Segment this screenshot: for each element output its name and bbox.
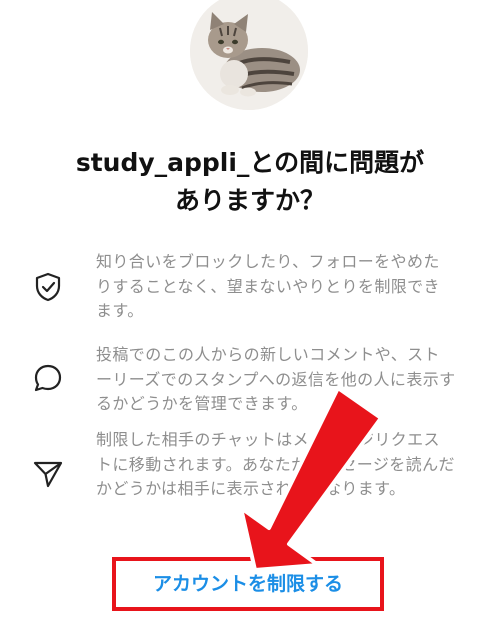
restrict-account-button[interactable]: アカウントを制限する xyxy=(112,557,384,611)
restrict-account-screen: study_appli_との間に問題が ありますか？ 知り合いをブロックしたり、… xyxy=(0,0,500,626)
speech-bubble-icon xyxy=(32,362,64,394)
cat-photo xyxy=(190,0,308,110)
info-item-text: 制限した相手のチャットはメッセージリクエストに移動されます。あなたがメッセージを… xyxy=(96,430,455,498)
shield-check-icon xyxy=(32,271,64,303)
page-title: study_appli_との間に問題が ありますか？ xyxy=(20,144,480,220)
avatar xyxy=(190,0,308,110)
title-line-1: study_appli_との間に問題が xyxy=(75,148,425,177)
title-line-2: ありますか？ xyxy=(174,186,325,215)
info-item-text: 投稿でのこの人からの新しいコメントや、ストーリーズでのスタンプへの返信を他の人に… xyxy=(96,345,456,413)
paper-plane-icon xyxy=(32,458,64,490)
info-item-text: 知り合いをブロックしたり、フォローをやめたりすることなく、望まないやりとりを制限… xyxy=(96,252,440,320)
